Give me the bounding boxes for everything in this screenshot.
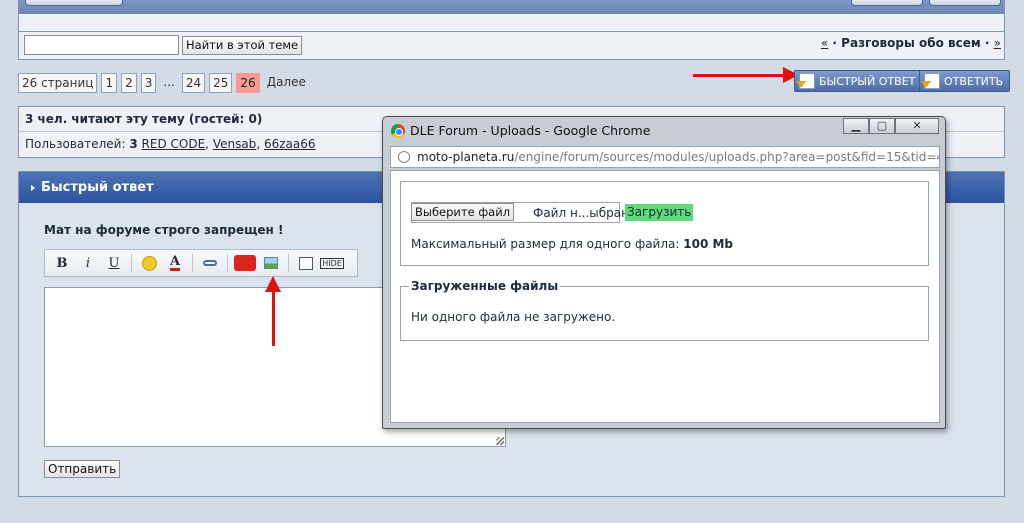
top-toolbar	[18, 0, 1005, 32]
pagination: 26 страниц 1 2 3 ... 24 25 26 Далее	[18, 73, 309, 93]
toolbar-divider	[192, 254, 193, 272]
annotation-arrow-right	[693, 67, 799, 83]
image-icon[interactable]	[258, 252, 284, 274]
page-icon	[398, 151, 410, 163]
close-icon[interactable]: ✕	[895, 118, 939, 134]
max-size-label: Максимальный размер для одного файла:	[411, 237, 680, 251]
smiley-icon[interactable]	[136, 252, 162, 274]
editor-toolbar: B i U A HIDE	[44, 249, 358, 277]
user-link[interactable]: RED CODE	[142, 137, 206, 151]
top-left-button[interactable]	[25, 0, 123, 6]
reply-icon	[924, 73, 940, 89]
italic-button[interactable]: i	[75, 252, 101, 274]
underline-button[interactable]: U	[101, 252, 127, 274]
conversations-nav: « · Разговоры обо всем · »	[821, 36, 1001, 50]
window-controls: ▁ ▢ ✕	[843, 118, 939, 134]
top-right-button-2[interactable]	[929, 0, 1001, 6]
max-size-value: 100 Mb	[683, 237, 734, 251]
swearing-warning: Мат на форуме строго запрещен !	[44, 223, 284, 237]
page-link[interactable]: 3	[140, 73, 157, 93]
page-link[interactable]: 2	[121, 73, 137, 93]
user-link[interactable]: 66zaa66	[264, 137, 316, 151]
file-name-label: Файл н...ыбран	[533, 206, 629, 220]
pages-summary[interactable]: 26 страниц	[18, 73, 98, 93]
no-files-text: Ни одного файла не загружено.	[411, 310, 616, 324]
user-link[interactable]: Vensab	[213, 137, 257, 151]
nav-separator: ·	[984, 36, 990, 50]
upload-form-box: Выберите файл Файл н...ыбран Загрузить М…	[400, 181, 929, 266]
resize-grip-icon[interactable]	[496, 437, 504, 445]
search-topic-button[interactable]: Найти в этой теме	[182, 36, 303, 55]
minimize-icon[interactable]: ▁	[843, 118, 869, 134]
next-page-link[interactable]: Далее	[264, 73, 309, 93]
search-input[interactable]	[24, 35, 179, 55]
upload-popup-window: DLE Forum - Uploads - Google Chrome ▁ ▢ …	[382, 116, 946, 429]
uploaded-files-box: Загруженные файлы Ни одного файла не заг…	[400, 279, 929, 341]
upload-button[interactable]: Загрузить	[625, 204, 694, 221]
annotation-arrow-up	[265, 276, 281, 346]
collapse-triangle-icon	[31, 185, 35, 191]
popup-page: Выберите файл Файл н...ыбран Загрузить М…	[390, 170, 940, 423]
next-topic-link[interactable]: »	[994, 36, 1001, 50]
forum-name-link[interactable]: Разговоры обо всем	[841, 36, 981, 50]
toolbar-divider	[227, 254, 228, 272]
page-link[interactable]: 1	[101, 73, 118, 93]
send-button[interactable]: Отправить	[44, 460, 121, 478]
pages-ellipsis: ...	[163, 75, 175, 89]
page-link[interactable]: 24	[181, 73, 206, 93]
youtube-icon[interactable]	[232, 252, 258, 274]
uploaded-files-legend: Загруженные файлы	[409, 279, 561, 293]
prev-topic-link[interactable]: «	[821, 36, 828, 50]
page-link[interactable]: 25	[209, 73, 233, 93]
top-right-button-1[interactable]	[851, 0, 923, 6]
quick-reply-icon	[799, 73, 815, 89]
readers-count: 3	[129, 137, 138, 151]
link-icon[interactable]	[197, 252, 223, 274]
window-title: DLE Forum - Uploads - Google Chrome	[410, 123, 651, 138]
address-bar[interactable]: moto-planeta.ru/engine/forum/sources/mod…	[390, 146, 940, 168]
edit-icon[interactable]	[293, 252, 319, 274]
max-size-text: Максимальный размер для одного файла: 10…	[411, 237, 733, 251]
hide-button[interactable]: HIDE	[319, 252, 345, 274]
readers-users-label: Пользователей:	[25, 137, 126, 151]
toolbar-divider	[288, 254, 289, 272]
quick-reply-label: БЫСТРЫЙ ОТВЕТ	[819, 74, 916, 88]
nav-separator: ·	[832, 36, 837, 50]
url-path: /engine/forum/sources/modules/uploads.ph…	[514, 150, 939, 164]
url-host: moto-planeta.ru	[417, 150, 515, 164]
quick-reply-title: Быстрый ответ	[41, 180, 154, 195]
choose-file-button[interactable]: Выберите файл	[411, 203, 515, 221]
quick-reply-button[interactable]: БЫСТРЫЙ ОТВЕТ	[794, 70, 923, 92]
chrome-icon	[391, 124, 405, 138]
toolbar-divider	[131, 254, 132, 272]
reply-button[interactable]: ОТВЕТИТЬ	[919, 70, 1011, 92]
font-color-icon[interactable]: A	[162, 252, 188, 274]
current-page: 26	[236, 73, 260, 93]
reply-label: ОТВЕТИТЬ	[944, 74, 1004, 88]
maximize-icon[interactable]: ▢	[869, 118, 895, 134]
readers-list: Пользователей: 3 RED CODE, Vensab, 66zaa…	[25, 137, 316, 151]
bold-button[interactable]: B	[49, 252, 75, 274]
